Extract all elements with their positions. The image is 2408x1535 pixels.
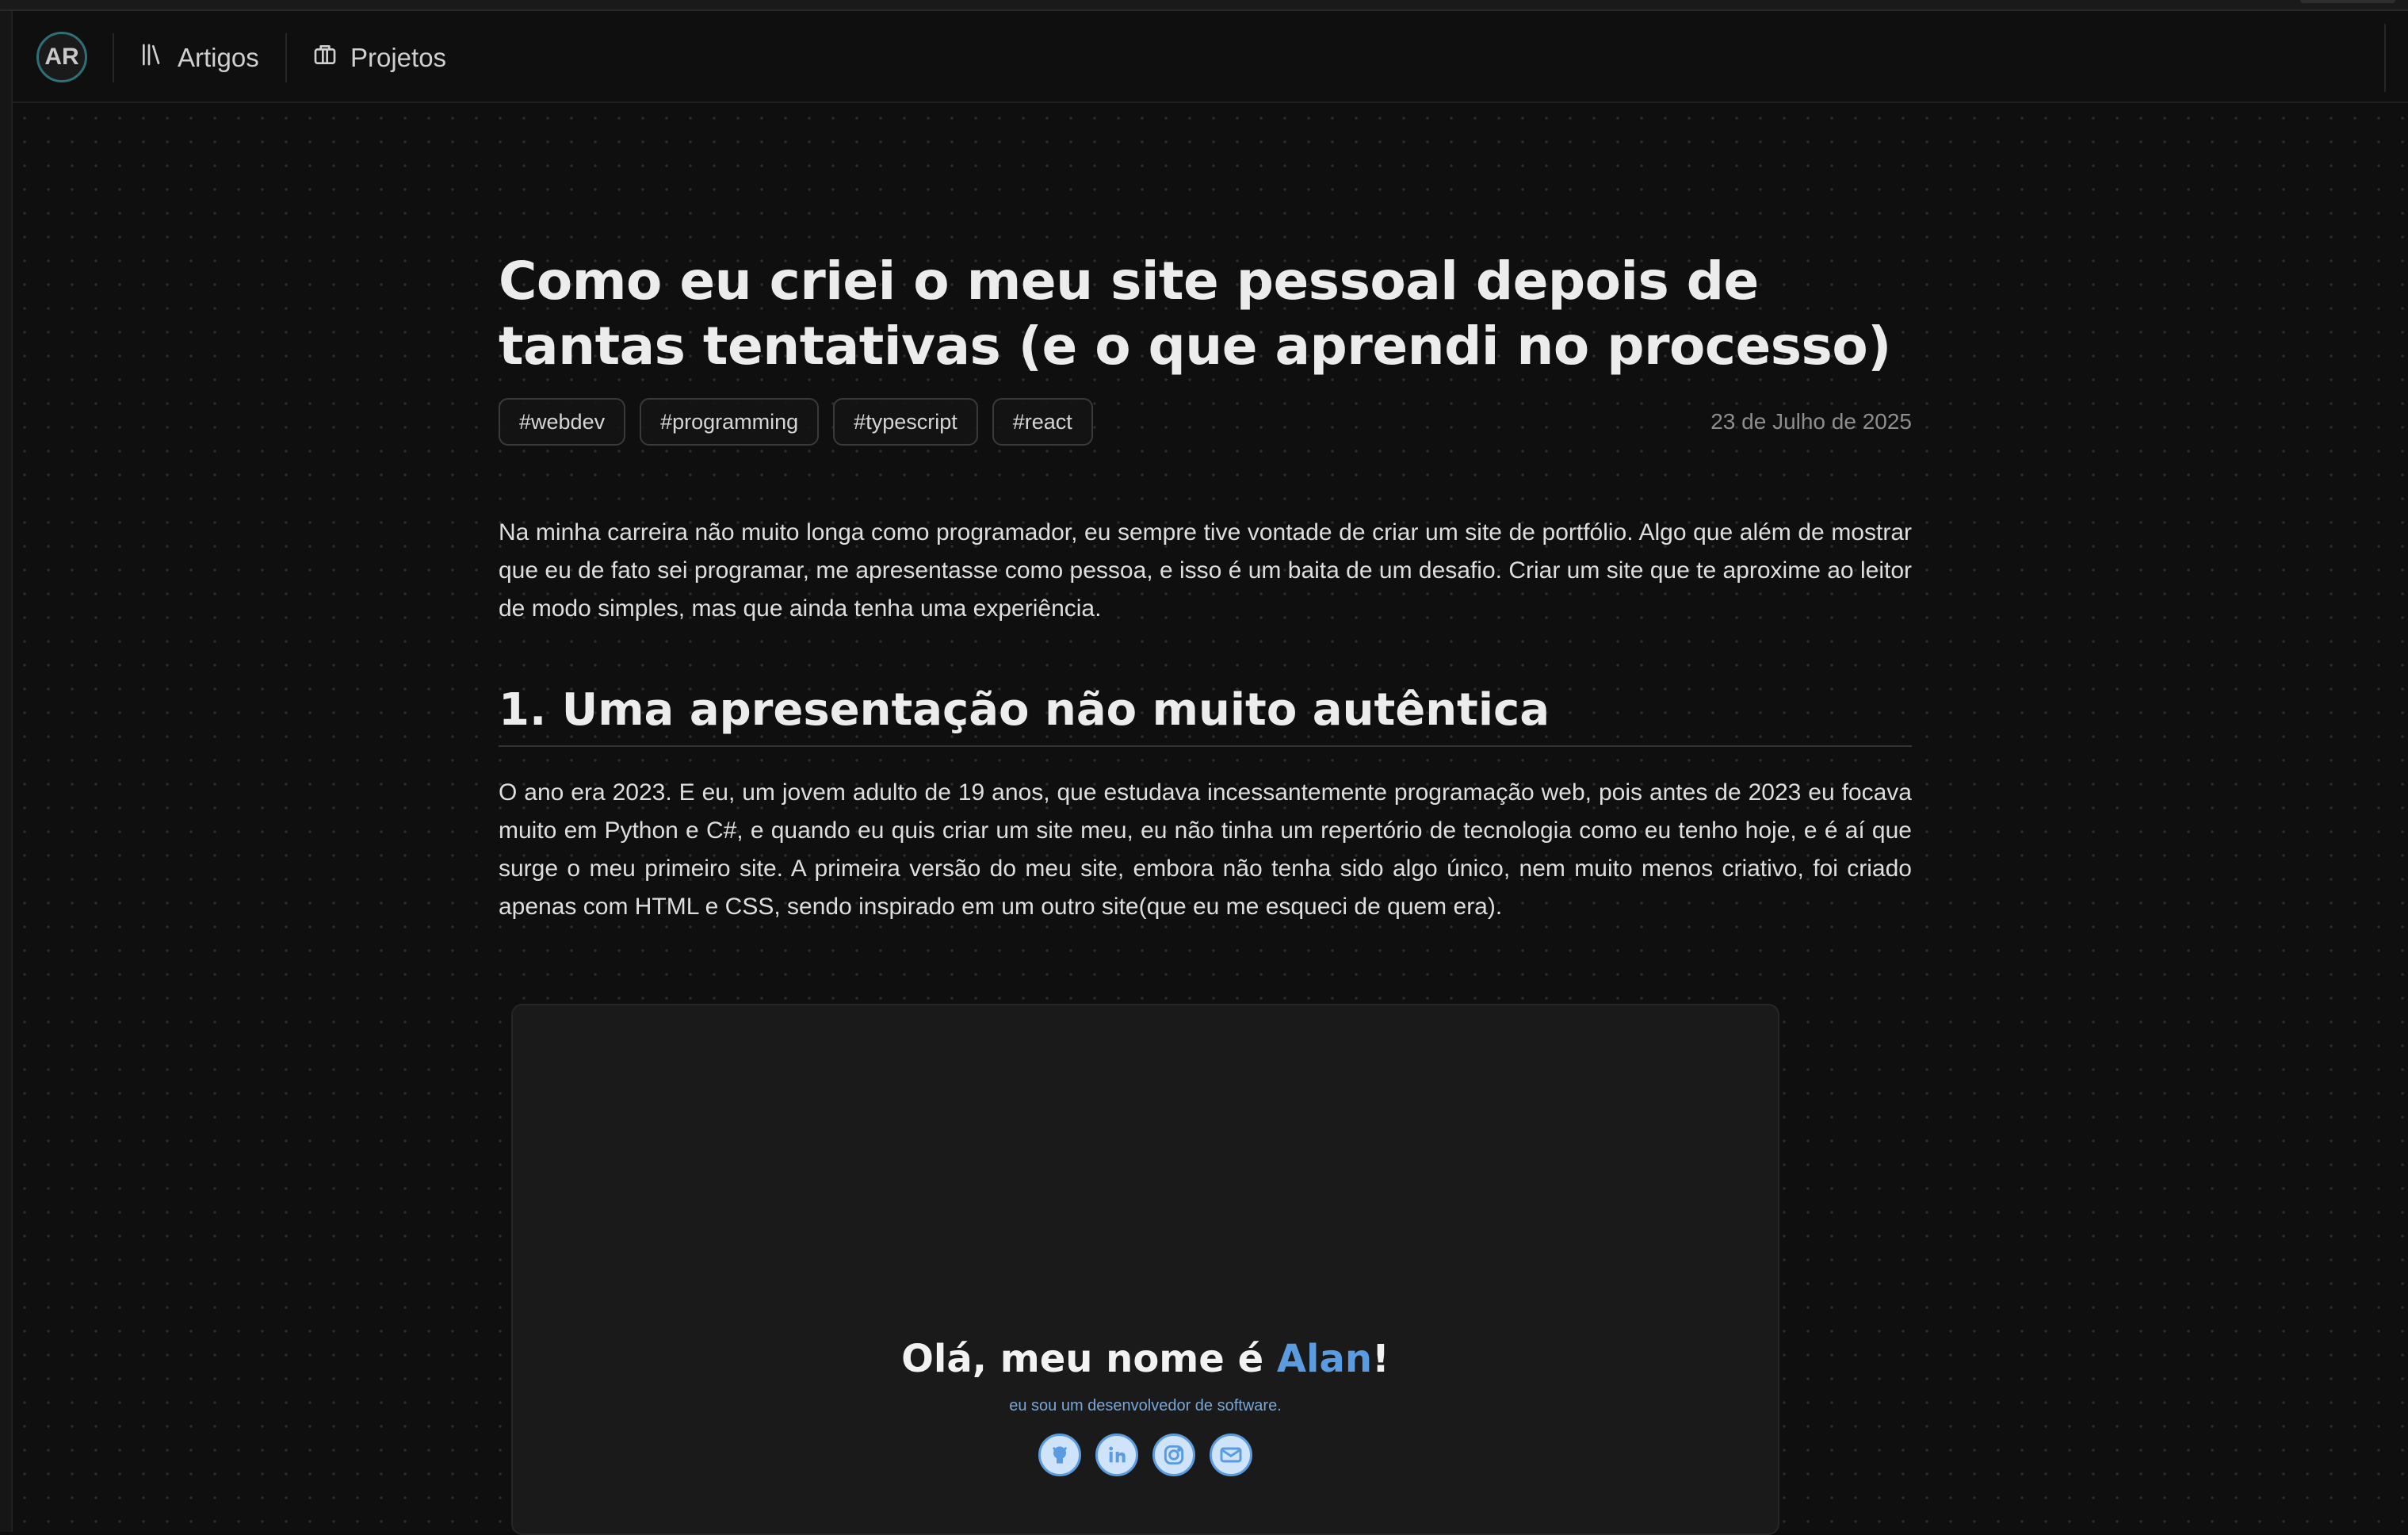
nav-divider [113,33,114,82]
intro-paragraph: Na minha carreira não muito longa como p… [499,519,1912,622]
nav-link-label: Projetos [350,43,447,72]
top-navbar: AR Artigos Projetos [13,11,2408,103]
greeting-name: Alan [1276,1337,1373,1381]
linkedin-icon [1095,1434,1138,1476]
library-icon [140,42,165,74]
tag-typescript[interactable]: #typescript [833,398,978,446]
greeting-prefix: Olá, meu nome é [901,1337,1277,1381]
screenshot-greeting: Olá, meu nome é Alan! [513,1337,1778,1381]
app-window: AR Artigos Projetos Como eu criei o meu … [0,0,2408,1535]
tag-webdev[interactable]: #webdev [499,398,626,446]
window-left-edge [0,11,13,1532]
briefcase-icon [312,42,338,74]
window-handle [2300,0,2395,3]
greeting-suffix: ! [1372,1337,1389,1381]
nav-link-artigos[interactable]: Artigos [140,38,259,78]
publish-date: 23 de Julho de 2025 [1710,409,1912,434]
avatar-initials: AR [44,44,79,70]
nav-divider [285,33,287,82]
article: Como eu criei o meu site pessoal depois … [499,249,1912,926]
section-heading: 1. Uma apresentação não muito autêntica [499,682,1912,747]
article-title-line: Como eu criei o meu site pessoal depois … [499,251,1759,312]
nav-right-divider [2384,24,2386,92]
article-title: Como eu criei o meu site pessoal depois … [499,249,1912,379]
tag-programming[interactable]: #programming [640,398,820,446]
github-icon [1038,1434,1081,1476]
screenshot-subtitle: eu sou um desenvolvedor de software. [1009,1397,1282,1414]
article-screenshot: Olá, meu nome é Alan! eu sou um desenvol… [511,1004,1779,1535]
nav-link-label: Artigos [178,43,259,72]
section-paragraph: O ano era 2023. E eu, um jovem adulto de… [499,779,1912,920]
avatar[interactable]: AR [36,32,87,82]
tag-list: #webdev #programming #typescript #react [499,398,1912,446]
article-title-line: tantas tentativas (e o que aprendi no pr… [499,316,1891,377]
screenshot-social-icons [513,1434,1778,1476]
article-meta: #webdev #programming #typescript #react … [499,398,1912,447]
instagram-icon [1152,1434,1195,1476]
window-top-bar [0,0,2408,11]
tag-react[interactable]: #react [992,398,1093,446]
mail-icon [1210,1434,1252,1476]
nav-link-projetos[interactable]: Projetos [312,38,446,78]
